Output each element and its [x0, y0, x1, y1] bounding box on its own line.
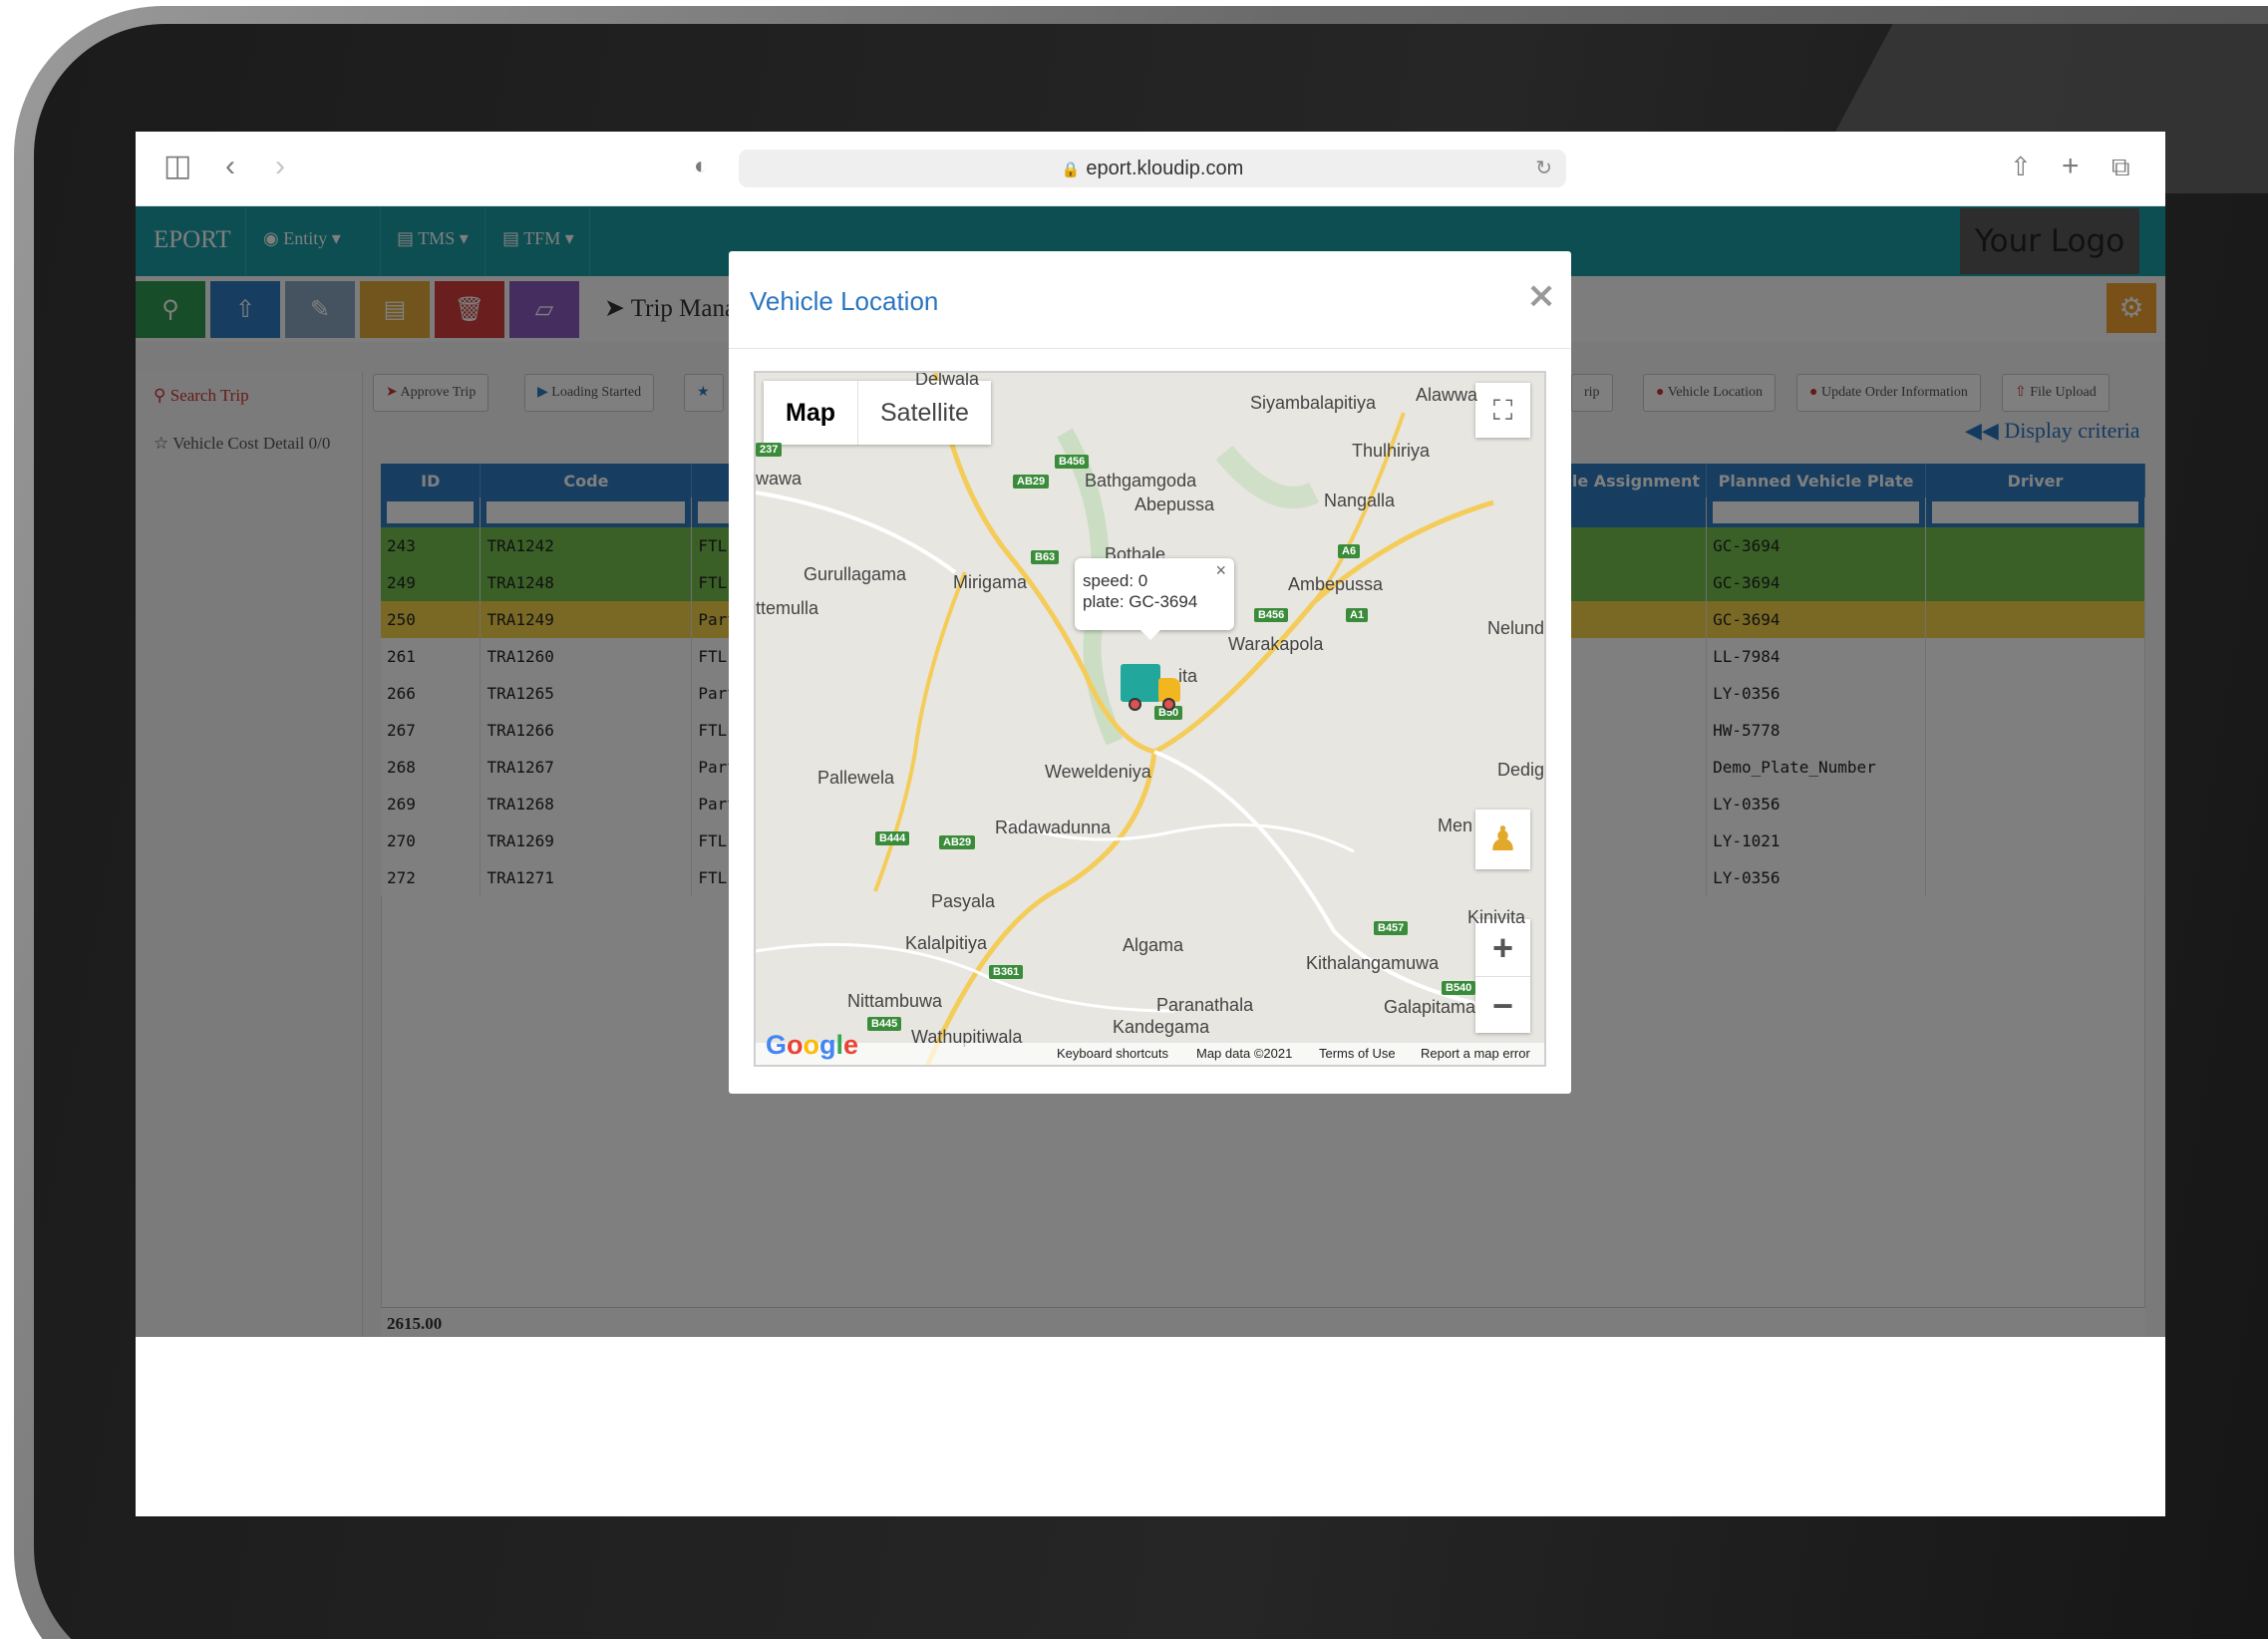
close-icon[interactable]: ×: [1215, 560, 1226, 581]
place-label: Warakapola: [1228, 634, 1324, 654]
place-label: Kandegama: [1113, 1017, 1210, 1037]
road-shield: A6: [1338, 544, 1361, 558]
place-label: Siyambalapitiya: [1250, 393, 1377, 413]
place-label: Paranathala: [1156, 995, 1254, 1015]
place-label: Abepussa: [1134, 494, 1215, 514]
tabs-icon[interactable]: ⧉: [2111, 152, 2130, 181]
browser-toolbar: ◫ ‹ › ◐ 🔒 eport.kloudip.com ↻ ⇧ + ⧉: [136, 132, 2165, 206]
place-label: Kithalangamuwa: [1306, 953, 1440, 973]
shield-icon[interactable]: ◐: [694, 152, 709, 181]
road-shield: B361: [989, 965, 1024, 979]
place-label: Algama: [1123, 935, 1184, 955]
road-shield: B444: [875, 831, 910, 845]
truck-icon[interactable]: [1121, 664, 1182, 714]
back-icon[interactable]: ‹: [225, 152, 235, 181]
plus-icon[interactable]: +: [2062, 152, 2080, 181]
truck-wheel: [1129, 698, 1141, 711]
place-label: Ambepussa: [1288, 574, 1384, 594]
fullscreen-button[interactable]: ⛶: [1475, 383, 1530, 438]
popup-speed: speed: 0: [1083, 571, 1148, 590]
share-icon[interactable]: ⇧: [2010, 152, 2032, 181]
map-data-text: Map data ©2021: [1196, 1046, 1293, 1061]
place-label: Thulhiriya: [1352, 441, 1431, 461]
stage: ◫ ‹ › ◐ 🔒eport.kloudip.com ↻ ⇧ + ⧉ EPORT…: [0, 0, 2268, 1639]
road-shield: B456: [1055, 455, 1090, 469]
truck-wheel: [1162, 698, 1175, 711]
place-label: Gurullagama: [804, 564, 907, 584]
url-text: eport.kloudip.com: [1086, 158, 1244, 179]
place-label: Kinivita: [1467, 907, 1526, 927]
close-icon[interactable]: ×: [1526, 275, 1556, 316]
terms-link[interactable]: Terms of Use: [1319, 1046, 1396, 1061]
place-label: Nittambuwa: [847, 991, 943, 1011]
place-label: Nelund: [1487, 618, 1545, 638]
place-label: Kalalpitiya: [905, 933, 988, 953]
blank-area: [136, 1337, 2165, 1516]
place-label: Delwala: [915, 371, 980, 389]
road-shield: AB29: [1013, 475, 1050, 489]
keyboard-shortcuts-link[interactable]: Keyboard shortcuts: [1057, 1046, 1168, 1061]
place-label: wawa: [756, 469, 803, 489]
info-window: × speed: 0 plate: GC-3694: [1075, 558, 1234, 640]
place-label: Dedig: [1497, 760, 1545, 780]
road-shield: B540: [1442, 981, 1476, 995]
report-error-link[interactable]: Report a map error: [1421, 1046, 1530, 1061]
lock-icon: 🔒: [1061, 162, 1081, 178]
map-tab[interactable]: Map: [764, 381, 858, 445]
zoom-out-icon[interactable]: −: [1475, 976, 1530, 1033]
road-shield: A1: [1346, 608, 1369, 622]
zoom-control: + −: [1475, 919, 1530, 1033]
modal-divider: [729, 348, 1571, 349]
map-attribution: Keyboard shortcuts Map data ©2021 Terms …: [756, 1043, 1544, 1065]
reload-icon[interactable]: ↻: [1535, 150, 1552, 187]
place-label: Men: [1438, 816, 1473, 835]
map-canvas[interactable]: Map Satellite ⛶ ♟ + − Delwala Siyambalap…: [754, 371, 1546, 1067]
satellite-tab[interactable]: Satellite: [858, 381, 991, 445]
place-label: Pasyala: [931, 891, 996, 911]
road-shield: B456: [1254, 608, 1289, 622]
tablet-screen: ◫ ‹ › ◐ 🔒eport.kloudip.com ↻ ⇧ + ⧉ EPORT…: [136, 132, 2165, 1516]
road-shield: B445: [867, 1017, 902, 1031]
road-shield: B457: [1374, 921, 1409, 935]
forward-icon[interactable]: ›: [275, 152, 285, 181]
truck-cargo: [1121, 664, 1160, 702]
place-label: Galapitama: [1384, 997, 1476, 1017]
place-label: ttemulla: [756, 598, 819, 618]
sidebar-icon[interactable]: ◫: [163, 152, 191, 181]
place-label: Nangalla: [1324, 491, 1396, 510]
road-shield: B63: [1031, 550, 1060, 564]
place-label: Alawwa: [1416, 385, 1478, 405]
map-type-toggle: Map Satellite: [764, 381, 991, 445]
place-label: Weweldeniya: [1045, 762, 1151, 782]
pegman-icon: ♟: [1487, 820, 1518, 858]
modal-title: Vehicle Location: [750, 286, 939, 316]
address-bar[interactable]: 🔒 eport.kloudip.com ↻: [739, 150, 1566, 187]
street-view-button[interactable]: ♟: [1475, 810, 1530, 869]
popup-plate: plate: GC-3694: [1083, 592, 1198, 611]
place-label: Pallewela: [817, 768, 895, 788]
google-logo: Google: [766, 1030, 859, 1060]
place-label: Bathgamgoda: [1085, 471, 1197, 491]
vehicle-location-modal: Vehicle Location × Map Satellite ⛶ ♟ + −…: [729, 251, 1571, 1094]
road-shield: 237: [756, 443, 783, 457]
place-label: Mirigama: [953, 572, 1028, 592]
fullscreen-icon: ⛶: [1492, 395, 1513, 426]
road-shield: AB29: [939, 835, 976, 849]
place-label: Radawadunna: [995, 818, 1112, 837]
